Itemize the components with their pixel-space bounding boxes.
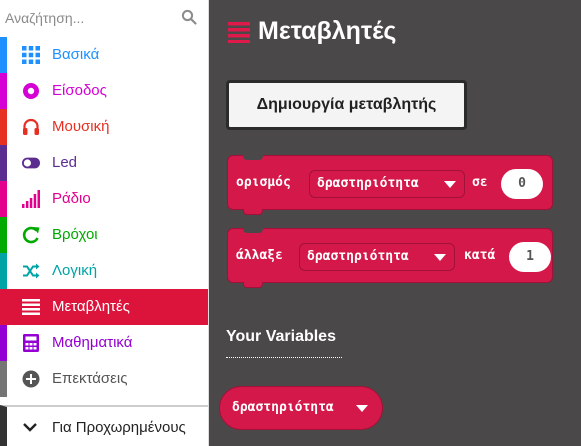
value-input[interactable]: 1 <box>509 242 551 272</box>
variable-dropdown[interactable]: δραστηριότητα <box>299 243 455 271</box>
advanced-label: Για Προχωρημένους <box>52 419 186 436</box>
refresh-icon <box>22 226 40 244</box>
category-extensions[interactable]: Επεκτάσεις <box>0 361 208 397</box>
plus-circle-icon <box>22 370 40 388</box>
category-loops[interactable]: Βρόχοι <box>0 217 208 253</box>
search-box <box>0 0 208 36</box>
shuffle-icon <box>22 262 40 280</box>
category-radio[interactable]: Ράδιο <box>0 181 208 217</box>
flyout-panel: Μεταβλητές Δημιουργία μεταβλητής ορισμός… <box>209 0 581 446</box>
headphones-icon <box>22 118 40 136</box>
create-variable-button[interactable]: Δημιουργία μεταβλητής <box>226 80 467 130</box>
list-icon <box>22 298 40 316</box>
category-label: Μαθηματικά <box>52 334 133 351</box>
calculator-icon <box>22 334 40 352</box>
value-input[interactable]: 0 <box>501 169 543 199</box>
category-label: Μουσική <box>52 118 110 135</box>
category-label: Λογική <box>52 262 98 279</box>
dropdown-arrow-icon <box>444 181 456 188</box>
dropdown-value: δραστηριότητα <box>307 249 409 264</box>
block-connector: κατά <box>464 248 496 263</box>
category-label: Είσοδος <box>52 82 107 99</box>
category-label: Μεταβλητές <box>52 298 130 315</box>
dropdown-arrow-icon <box>434 254 446 261</box>
page-title: Μεταβλητές <box>258 17 397 45</box>
category-input[interactable]: Είσοδος <box>0 73 208 109</box>
variable-name: δραστηριότητα <box>232 400 334 415</box>
category-label: Led <box>52 154 78 171</box>
dropdown-arrow-icon <box>356 405 368 412</box>
advanced-toggle[interactable]: Για Προχωρημένους <box>0 405 208 446</box>
category-logic[interactable]: Λογική <box>0 253 208 289</box>
search-input[interactable] <box>3 2 203 33</box>
block-connector: σε <box>472 175 488 190</box>
grid-icon <box>22 46 40 64</box>
variable-dropdown[interactable]: δραστηριότητα <box>309 170 465 198</box>
category-music[interactable]: Μουσική <box>0 109 208 145</box>
block-keyword: άλλαξε <box>236 248 283 263</box>
your-variables-heading: Your Variables <box>226 328 336 345</box>
category-led[interactable]: Led <box>0 145 208 181</box>
change-variable-block[interactable]: άλλαξε δραστηριότητα κατά 1 <box>227 228 553 288</box>
category-label: Βρόχοι <box>52 226 98 243</box>
category-math[interactable]: Μαθηματικά <box>0 325 208 361</box>
signal-bars-icon <box>22 190 40 208</box>
toolbox-sidebar: Βασικά Είσοδος Μουσική Led <box>0 0 209 446</box>
circle-dot-icon <box>22 82 40 100</box>
heading-underline <box>226 357 342 358</box>
list-icon <box>228 22 250 43</box>
category-label: Βασικά <box>52 46 100 63</box>
dropdown-value: δραστηριότητα <box>317 176 419 191</box>
block-keyword: ορισμός <box>236 175 291 190</box>
category-label: Ράδιο <box>52 190 91 207</box>
set-variable-block[interactable]: ορισμός δραστηριότητα σε 0 <box>227 155 553 215</box>
category-variables[interactable]: Μεταβλητές <box>0 289 208 325</box>
category-basic[interactable]: Βασικά <box>0 37 208 73</box>
search-icon[interactable] <box>181 9 197 25</box>
toggle-icon <box>22 154 40 172</box>
category-label: Επεκτάσεις <box>52 370 128 387</box>
chevron-down-icon <box>23 423 37 432</box>
variable-reporter-block[interactable]: δραστηριότητα <box>219 386 383 430</box>
